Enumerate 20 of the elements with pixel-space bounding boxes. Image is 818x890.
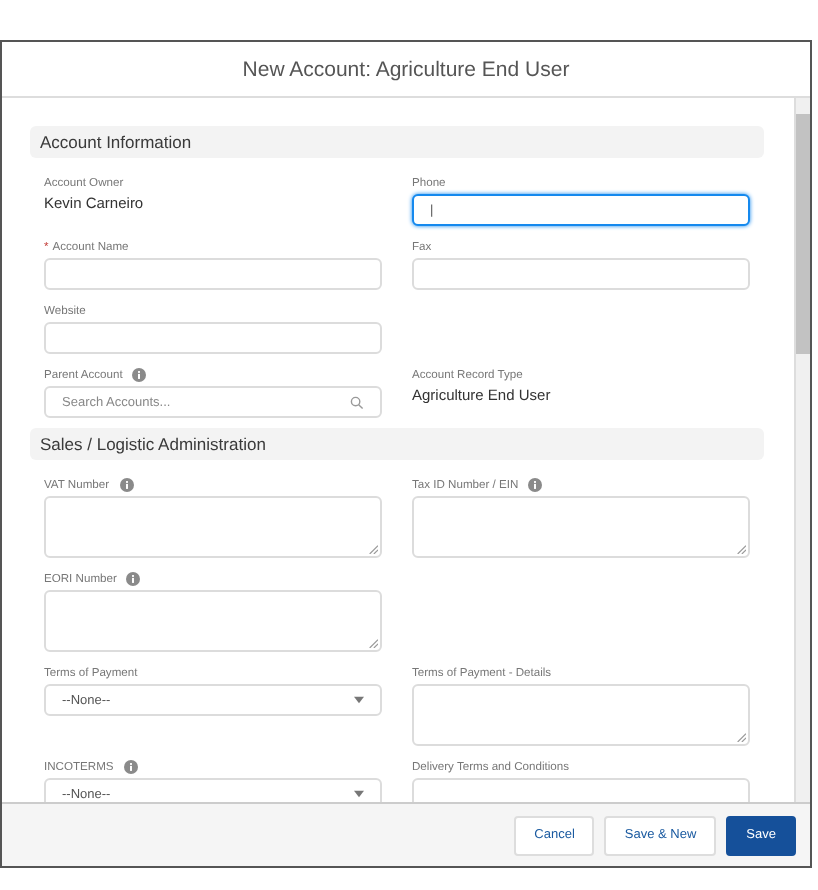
resize-handle-icon[interactable] xyxy=(736,544,746,554)
input-field[interactable] xyxy=(44,322,382,354)
caret-icon xyxy=(354,790,364,798)
section-header[interactable]: Account Information xyxy=(30,126,764,158)
caret-icon xyxy=(354,696,364,704)
input-field[interactable] xyxy=(412,258,750,290)
input-field[interactable] xyxy=(44,258,382,290)
resize-handle-icon[interactable] xyxy=(368,544,378,554)
info-icon[interactable] xyxy=(528,478,543,492)
text-area[interactable] xyxy=(412,684,750,746)
search-icon xyxy=(350,395,364,409)
section-header[interactable]: Sales / Logistic Administration xyxy=(30,428,764,460)
resize-handle-icon[interactable] xyxy=(736,732,746,742)
info-icon[interactable] xyxy=(132,368,147,382)
info-icon[interactable] xyxy=(119,478,134,492)
info-icon[interactable] xyxy=(126,572,141,586)
resize-handle-icon[interactable] xyxy=(368,638,378,648)
modal-title: New Account: Agriculture End User xyxy=(242,57,570,81)
info-icon[interactable] xyxy=(123,760,138,774)
scrollbar[interactable] xyxy=(794,98,810,802)
